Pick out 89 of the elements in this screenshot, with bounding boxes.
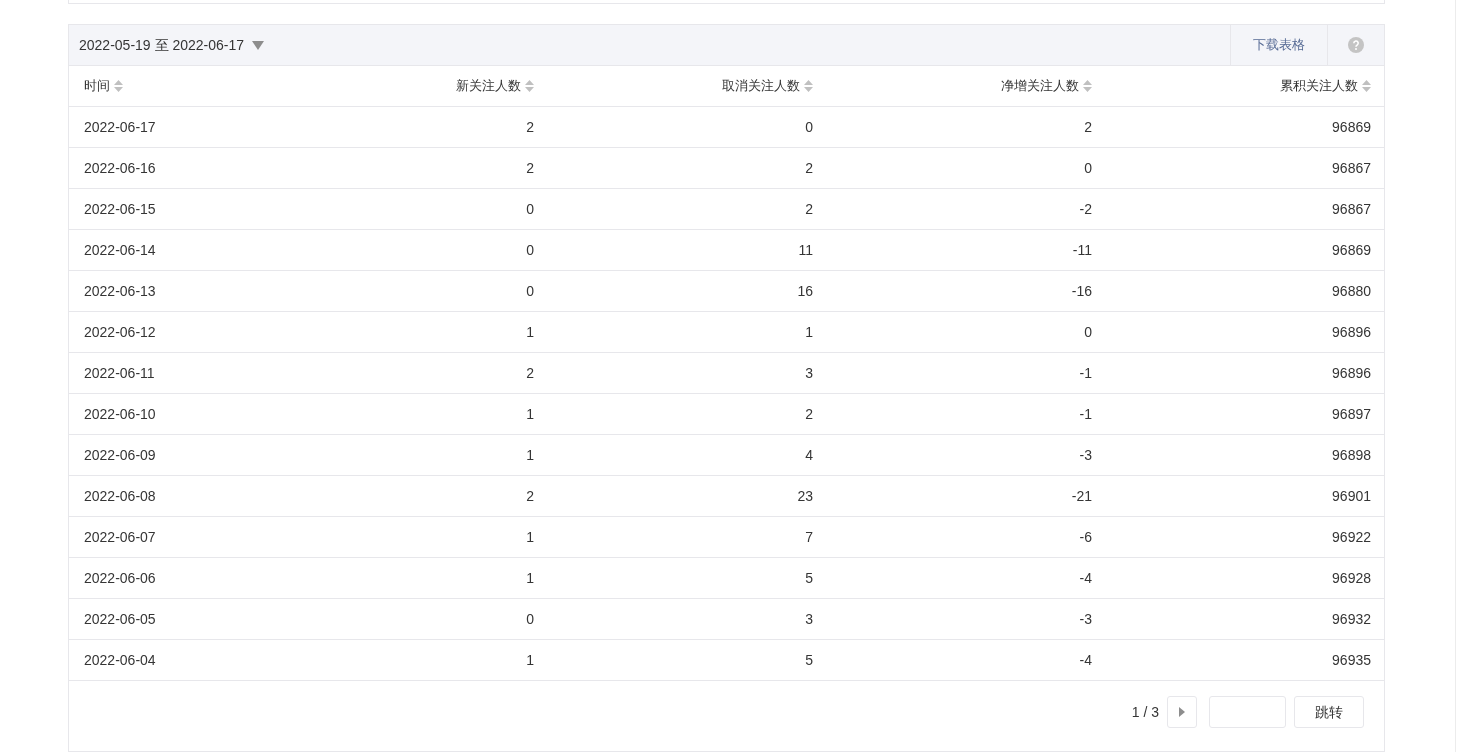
table-cell-text: 1: [805, 322, 813, 342]
table-cell-text: 0: [1084, 158, 1092, 178]
play-icon: [1179, 707, 1185, 717]
table-cell-text: 96867: [1332, 158, 1371, 178]
column-header[interactable]: 取消关注人数: [722, 76, 800, 96]
date-range-dropdown[interactable]: 2022-05-19 至 2022-06-17: [69, 25, 264, 65]
table-cell-text: 2022-06-13: [84, 281, 156, 301]
table-cell-text: 0: [526, 199, 534, 219]
table-cell-text: 7: [805, 527, 813, 547]
table-cell-text: 96901: [1332, 486, 1371, 506]
column-header[interactable]: 时间: [84, 76, 110, 96]
table-cell-text: 96898: [1332, 445, 1371, 465]
table-cell-text: 2: [805, 404, 813, 424]
table-cell-text: -2: [1079, 199, 1092, 219]
sort-icon: [525, 80, 534, 92]
table-cell-text: 3: [805, 609, 813, 629]
table-cell-text: 96896: [1332, 322, 1371, 342]
table-cell-text: 96869: [1332, 117, 1371, 137]
table-cell-text: 2: [526, 486, 534, 506]
sort-icon: [804, 80, 813, 92]
table-cell-text: 96928: [1332, 568, 1371, 588]
table-cell-text: -1: [1079, 404, 1092, 424]
table-cell-text: 1: [526, 568, 534, 588]
next-page-button[interactable]: [1167, 696, 1197, 728]
table-cell-text: -3: [1079, 445, 1092, 465]
table-cell-text: 1: [526, 322, 534, 342]
table-cell-text: -21: [1071, 486, 1092, 506]
table-cell-text: 2: [526, 363, 534, 383]
column-header[interactable]: 新关注人数: [456, 76, 521, 96]
table-cell-text: 2: [526, 158, 534, 178]
page-number-field[interactable]: [1209, 696, 1286, 728]
table-cell-text: 0: [526, 240, 534, 260]
table-cell-text: 96869: [1332, 240, 1371, 260]
table-cell-text: 96922: [1332, 527, 1371, 547]
table-cell-text: 1: [526, 527, 534, 547]
table-cell-text: 2022-06-10: [84, 404, 156, 424]
sort-icon: [114, 80, 123, 92]
table-cell-text: 2: [805, 199, 813, 219]
table-cell-text: 2022-06-09: [84, 445, 156, 465]
table-cell-text: -3: [1079, 609, 1092, 629]
table-cell-text: 1: [526, 650, 534, 670]
table-cell-text: 5: [805, 568, 813, 588]
table-cell-text: -4: [1079, 568, 1092, 588]
caret-icon: [252, 40, 264, 50]
table-cell-text: 5: [805, 650, 813, 670]
table-cell-text: 2022-06-12: [84, 322, 156, 342]
table-cell-text: 2022-06-04: [84, 650, 156, 670]
column-header[interactable]: 净增关注人数: [1001, 76, 1079, 96]
download-table-link[interactable]: 下载表格: [1230, 25, 1327, 65]
table-cell-text: 2022-06-17: [84, 117, 156, 137]
table-cell-text: 23: [797, 486, 813, 506]
jump-button[interactable]: 跳转: [1294, 696, 1364, 728]
table-cell-text: 2022-06-06: [84, 568, 156, 588]
table-cell-text: 2022-06-08: [84, 486, 156, 506]
table-cell-text: 2022-06-11: [84, 363, 155, 383]
table-cell-text: 96867: [1332, 199, 1371, 219]
table-cell-text: 0: [526, 281, 534, 301]
table-cell-text: 2: [1084, 117, 1092, 137]
sort-icon: [1083, 80, 1092, 92]
table-cell-text: 0: [1084, 322, 1092, 342]
table-cell-text: 2022-06-07: [84, 527, 156, 547]
table-cell-text: 96935: [1332, 650, 1371, 670]
table-cell-text: 2022-06-15: [84, 199, 156, 219]
table-cell-text: 3: [805, 363, 813, 383]
table-cell-text: 4: [805, 445, 813, 465]
table-cell-text: -11: [1072, 240, 1092, 260]
table-cell-text: 96932: [1332, 609, 1371, 629]
table-cell-text: 2022-06-16: [84, 158, 156, 178]
table-cell-text: 96880: [1332, 281, 1371, 301]
table-cell-text: 96897: [1332, 404, 1371, 424]
table-cell-text: 0: [526, 609, 534, 629]
table-cell-text: 2022-06-05: [84, 609, 156, 629]
table-cell-text: 96896: [1332, 363, 1371, 383]
table-cell-text: 1: [526, 404, 534, 424]
table-cell-text: -1: [1079, 363, 1092, 383]
table-cell-text: 1: [526, 445, 534, 465]
table-cell-text: 16: [797, 281, 813, 301]
table-cell-text: 2: [526, 117, 534, 137]
table-cell-text: 11: [798, 240, 813, 260]
table-cell-text: 2: [805, 158, 813, 178]
table-cell-text: 2022-06-14: [84, 240, 156, 260]
sort-icon: [1362, 80, 1371, 92]
help-icon[interactable]: [1348, 37, 1364, 53]
column-header[interactable]: 累积关注人数: [1280, 76, 1358, 96]
table-cell-text: -16: [1071, 281, 1092, 301]
table-cell-text: -4: [1079, 650, 1092, 670]
table-cell-text: 0: [805, 117, 813, 137]
page-indicator: 1 / 3: [1131, 702, 1159, 722]
table-cell-text: -6: [1079, 527, 1092, 547]
